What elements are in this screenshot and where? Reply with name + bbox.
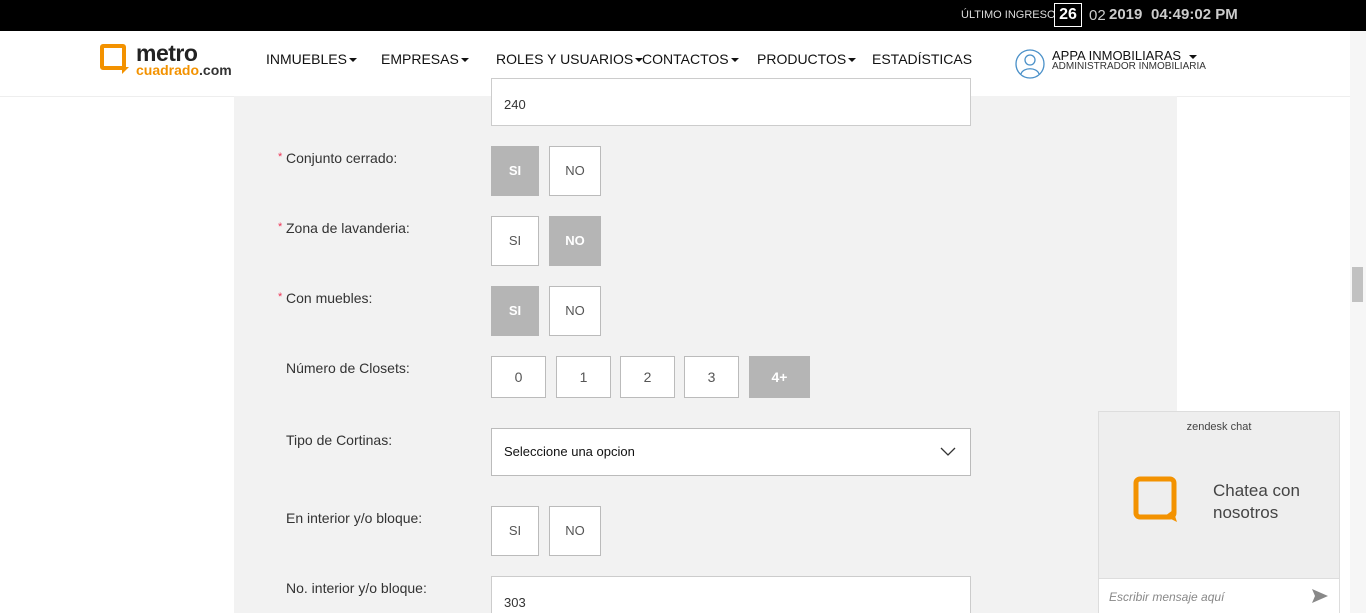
caret-down-icon xyxy=(348,58,357,63)
closets-option-3[interactable]: 3 xyxy=(684,356,739,398)
chat-input-row[interactable]: Escribir mensaje aquí xyxy=(1099,578,1339,613)
scrollbar-thumb[interactable] xyxy=(1352,267,1363,302)
chat-bubble-icon xyxy=(1133,476,1177,522)
form-panel xyxy=(234,96,1177,613)
caret-down-icon xyxy=(1188,54,1197,59)
nav-roles-usuarios[interactable]: ROLES Y USUARIOS xyxy=(496,51,644,67)
no-interior-label: No. interior y/o bloque: xyxy=(286,580,427,596)
cortinas-select-value: Seleccione una opcion xyxy=(504,444,635,459)
required-mark: * xyxy=(278,221,283,233)
send-icon[interactable] xyxy=(1311,587,1329,605)
nav-inmuebles[interactable]: INMUEBLES xyxy=(266,51,357,67)
logo-text-bottom: cuadrado.com xyxy=(136,62,232,78)
interior-label: En interior y/o bloque: xyxy=(286,510,423,526)
caret-down-icon xyxy=(730,58,739,63)
no-interior-input[interactable]: 303 xyxy=(491,576,971,613)
interior-no-option[interactable]: NO xyxy=(549,506,601,556)
last-login-month: 02 xyxy=(1089,7,1106,24)
lavanderia-no-option[interactable]: NO xyxy=(549,216,601,266)
page-scrollbar[interactable] xyxy=(1350,31,1366,613)
nav-contactos[interactable]: CONTACTOS xyxy=(642,51,739,67)
cortinas-select[interactable]: Seleccione una opcion xyxy=(491,428,971,476)
muebles-label: Con muebles: xyxy=(286,290,373,306)
muebles-no-option[interactable]: NO xyxy=(549,286,601,336)
chat-brand: zendesk chat xyxy=(1186,421,1252,433)
nav-empresas[interactable]: EMPRESAS xyxy=(381,51,469,67)
conjunto-si-option[interactable]: SI xyxy=(491,146,539,196)
user-role: ADMINISTRADOR INMOBILIARIA xyxy=(1052,61,1206,72)
chat-message-input[interactable]: Escribir mensaje aquí xyxy=(1109,590,1224,604)
last-login-day: 26 xyxy=(1054,3,1082,27)
logo-mark-icon xyxy=(100,44,129,74)
closets-option-0[interactable]: 0 xyxy=(491,356,546,398)
conjunto-no-option[interactable]: NO xyxy=(549,146,601,196)
chat-cta: Chatea con nosotros xyxy=(1213,481,1300,522)
conjunto-cerrado-label: Conjunto cerrado: xyxy=(286,150,398,166)
interior-si-option[interactable]: SI xyxy=(491,506,539,556)
closets-option-2[interactable]: 2 xyxy=(620,356,675,398)
user-avatar-icon[interactable] xyxy=(1015,49,1045,79)
caret-down-icon xyxy=(848,58,857,63)
last-login-label: ÚLTIMO INGRESO xyxy=(961,9,1056,21)
closets-option-4plus[interactable]: 4+ xyxy=(749,356,810,398)
closets-label: Número de Closets: xyxy=(286,360,410,376)
nav-productos[interactable]: PRODUCTOS xyxy=(757,51,857,67)
lavanderia-label: Zona de lavanderia: xyxy=(286,220,410,236)
area-input[interactable]: 240 xyxy=(491,78,971,126)
chevron-down-icon xyxy=(940,447,956,456)
top-bar: ÚLTIMO INGRESO 26 02 2019 04:49:02 PM xyxy=(0,0,1366,31)
required-mark: * xyxy=(278,151,283,163)
muebles-si-option[interactable]: SI xyxy=(491,286,539,336)
closets-option-1[interactable]: 1 xyxy=(556,356,611,398)
last-login-time: 04:49:02 PM xyxy=(1151,6,1238,23)
chat-widget[interactable]: zendesk chat Chatea con nosotros Escribi… xyxy=(1098,411,1340,613)
last-login-year: 2019 xyxy=(1109,6,1143,23)
caret-down-icon xyxy=(460,58,469,63)
lavanderia-si-option[interactable]: SI xyxy=(491,216,539,266)
required-mark: * xyxy=(278,291,283,303)
nav-estadisticas[interactable]: ESTADÍSTICAS xyxy=(872,51,972,67)
cortinas-label: Tipo de Cortinas: xyxy=(286,432,393,448)
